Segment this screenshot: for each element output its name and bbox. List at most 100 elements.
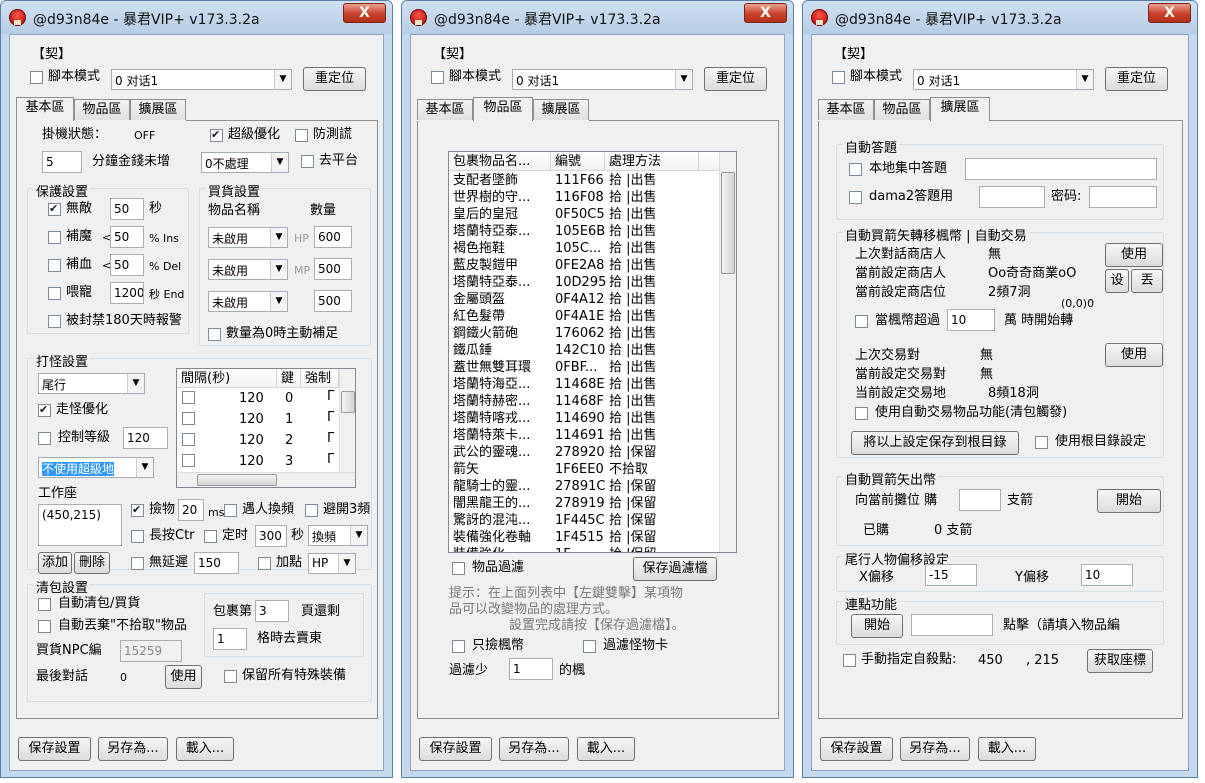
title-bar[interactable]: @d93n84e - 暴君VIP+ v173.3.2a X [1,1,392,34]
save-settings-button[interactable]: 保存設置 [18,737,91,761]
delete-button[interactable]: 刪除 [74,552,110,574]
get-coord-button[interactable]: 获取座標 [1087,649,1153,673]
reposition-button[interactable]: 重定位 [303,67,366,91]
pick-checkbox[interactable] [131,502,144,518]
item-action-header[interactable]: 處理方法 [605,152,699,171]
item-filter-checkbox[interactable] [452,562,465,575]
list-item[interactable]: 塔蘭特亞泰... 10D295 拾 |出售 [449,274,719,291]
title-bar[interactable]: @d93n84e - 暴君VIP+ v173.3.2a X [402,1,793,34]
list-item[interactable]: 皇后的皇冠 0F50C5 拾 |出售 [449,206,719,223]
go-platform-checkbox[interactable] [301,155,314,168]
tab-extend[interactable]: 擴展區 [533,99,589,120]
table-vscroll[interactable] [339,369,355,472]
list-item[interactable]: 褐色拖鞋 105C... 拾 |出售 [449,240,719,257]
close-button[interactable]: X [1148,3,1191,23]
save-as-button[interactable]: 另存為... [499,737,569,761]
reposition-button[interactable]: 重定位 [1105,67,1168,91]
tab-items[interactable]: 物品區 [874,99,930,120]
use-root-checkbox[interactable] [1035,436,1048,449]
local-answer-input[interactable] [965,158,1157,180]
no-delay-checkbox[interactable] [131,557,144,570]
buy-item-3-select[interactable]: 未啟用 ▼ [208,291,288,312]
row-checkbox[interactable] [182,454,195,467]
force-checkbox-icon[interactable]: Γ [327,451,334,468]
filter-card-checkbox[interactable] [583,640,596,653]
table-row[interactable]: 120 3 Γ [177,451,339,470]
add-point-select[interactable]: HP ▼ [308,553,356,574]
tab-items[interactable]: 物品區 [74,99,130,120]
arrow-count-input[interactable] [959,489,1001,511]
list-item[interactable]: 世界樹的守... 116F08 拾 |出售 [449,189,719,206]
item-id-header[interactable]: 編號 [551,152,605,171]
list-item[interactable]: 金屬頭盔 0F4A12 拾 |出售 [449,291,719,308]
tab-extend[interactable]: 擴展區 [930,97,990,121]
use-shop-button[interactable]: 使用 [1105,243,1163,267]
keep-special-checkbox[interactable] [224,670,237,683]
tab-basic[interactable]: 基本區 [16,97,74,121]
force-header[interactable]: 強制 [301,369,339,388]
pet-checkbox[interactable] [48,287,61,300]
list-item[interactable]: 塔蘭特萊卡... 114691 拾 |出售 [449,427,719,444]
only-maple-checkbox[interactable] [452,640,465,653]
script-mode-checkbox[interactable] [431,71,444,84]
list-item[interactable]: 裝備強化卷軸 1F4515 拾 |保留 [449,529,719,546]
table-row[interactable]: 120 2 Γ [177,431,339,449]
list-item[interactable]: 塔蘭特海亞... 11468E 拾 |出售 [449,376,719,393]
password-input[interactable] [1089,186,1157,208]
tab-extend[interactable]: 擴展區 [130,99,186,120]
add-point-checkbox[interactable] [258,557,271,570]
ctrl-level-input[interactable]: 120 [123,427,168,449]
arrow-start-button[interactable]: 開始 [1097,489,1161,513]
follow-mode-select[interactable]: 尾行 ▼ [38,373,145,394]
list-item[interactable]: 支配者墜飾 111F66 拾 |出售 [449,172,719,189]
y-offset-input[interactable]: 10 [1081,564,1133,586]
dama2-checkbox[interactable] [849,191,862,204]
list-item[interactable]: 蓋世無雙耳環 0FBF... 拾 |出售 [449,359,719,376]
interval-header[interactable]: 間隔(秒) [177,369,277,388]
dama2-user-input[interactable] [979,186,1045,208]
list-item[interactable]: 驚訝的混沌... 1F445C 拾 |保留 [449,512,719,529]
list-item[interactable]: 塔蘭特亞泰... 105E6B 拾 |出售 [449,223,719,240]
set-button[interactable]: 设 [1105,269,1129,293]
list-item[interactable]: 闇黑龍王的... 278919 拾 |保留 [449,495,719,512]
table-hscroll[interactable] [177,472,355,487]
list-item[interactable]: 鐵瓜錘 142C10 拾 |出售 [449,342,719,359]
switch-meet-checkbox[interactable] [224,504,237,517]
hp-checkbox[interactable] [48,259,61,272]
hscroll-thumb[interactable] [197,474,277,486]
list-item[interactable]: 箭矢 1F6EE0 不拾取 [449,461,719,478]
auto-buy-zero-checkbox[interactable] [208,328,221,341]
add-button[interactable]: 添加 [38,552,72,574]
save-as-button[interactable]: 另存為... [98,737,168,761]
no-process-select[interactable]: 0不處理 ▼ [201,152,289,173]
hp-input[interactable]: 50 [110,254,144,276]
table-row[interactable]: 120 0 Γ [177,388,339,407]
force-checkbox-icon[interactable]: Γ [327,388,334,405]
maple-over-input[interactable]: 10 [947,309,995,331]
list-item[interactable]: 紅色髮帶 0F4A1E 拾 |出售 [449,308,719,325]
click-item-input[interactable] [911,614,993,636]
script-mode-checkbox[interactable] [832,71,845,84]
mp-input[interactable]: 50 [110,226,144,248]
reposition-button[interactable]: 重定位 [704,67,767,91]
save-settings-button[interactable]: 保存設置 [419,737,492,761]
minutes-input[interactable]: 5 [42,151,82,173]
close-button[interactable]: X [744,3,787,23]
row-checkbox[interactable] [182,412,195,425]
tab-basic[interactable]: 基本區 [818,99,874,120]
invincible-input[interactable]: 50 [110,198,144,220]
list-item[interactable]: 武公的靈魂... 278920 拾 |保留 [449,444,719,461]
list-item[interactable]: 裝備強化... 1F.... 拾 |保留 [449,546,719,552]
row-checkbox[interactable] [182,391,195,404]
local-answer-checkbox[interactable] [849,163,862,176]
list-item[interactable]: 鋼鐵火箭砲 176062 拾 |出售 [449,325,719,342]
cells-input[interactable]: 1 [213,628,247,650]
pick-input[interactable]: 20 [178,499,204,521]
ban-alert-checkbox[interactable] [48,315,61,328]
avoid-checkbox[interactable] [305,504,318,517]
save-filter-button[interactable]: 保存過濾檔 [633,557,717,581]
use-button[interactable]: 使用 [165,665,202,689]
scroll-thumb[interactable] [721,172,735,274]
load-button[interactable]: 載入... [176,737,234,761]
close-button[interactable]: X [343,3,386,23]
